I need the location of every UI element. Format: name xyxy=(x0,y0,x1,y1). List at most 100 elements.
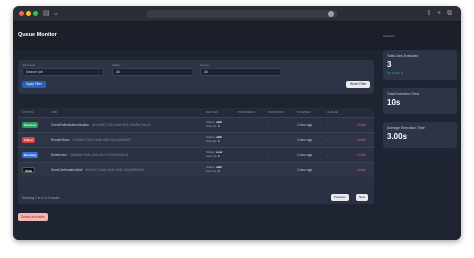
status-filter-label: Status xyxy=(112,63,121,67)
stat-title: Average Execution Time xyxy=(387,126,425,130)
job-uuid: b7e2f5a1-3c9d-4e8b-a6f4-9d1c2e5b8a37 xyxy=(72,138,132,142)
delete-all-button[interactable]: Delete all entries xyxy=(18,213,48,221)
reset-filter-button[interactable]: Reset Filter xyxy=(346,81,371,88)
tabs-overview-icon[interactable]: ⧉ xyxy=(447,9,452,18)
delete-job-link[interactable]: Delete xyxy=(357,168,366,172)
delete-job-link[interactable]: Delete xyxy=(357,123,366,127)
progress-cell: - xyxy=(238,168,240,172)
stat-title: Total Jobs Executed xyxy=(387,54,419,58)
detail-key: Attempt: xyxy=(206,169,218,174)
column-header-status: Status xyxy=(22,110,34,114)
column-header-job: Job xyxy=(51,110,57,114)
column-header-duration: Duration xyxy=(268,110,284,114)
detail-value: 1 xyxy=(218,124,220,129)
queue-filter-label: Queue xyxy=(200,63,210,67)
duration-cell: - xyxy=(268,123,270,127)
started-cell: 1 hour ago xyxy=(297,168,313,172)
queue-cell: - xyxy=(327,123,329,127)
status-badge: Stale xyxy=(22,167,36,173)
job-class: SendConfirmationMail xyxy=(51,168,83,172)
queue-cell: - xyxy=(327,138,329,142)
job-cell: CheckFailedAuthentication a1c4e9d2-7b3f-4… xyxy=(51,123,151,127)
close-window-button[interactable] xyxy=(19,11,24,16)
started-cell: 1 hour ago xyxy=(297,153,313,157)
detail-key: Attempt: xyxy=(206,139,218,144)
job-class: CheckFailedAuthentication xyxy=(51,123,89,127)
job-uuid: a1c4e9d2-7b3f-4a6e-9f21-3e8d5c7b2a10 xyxy=(91,123,151,127)
stat-value: 3 xyxy=(387,60,392,69)
maximize-window-button[interactable] xyxy=(33,11,38,16)
job-cell: DeleteUser c3d8a6f2-9e4b-4b1a-8c7d-2f5e9a… xyxy=(51,153,129,157)
progress-cell: - xyxy=(238,153,240,157)
detail-value: 1 xyxy=(218,169,220,174)
column-header-details: Details xyxy=(206,110,219,114)
table-header: Status Job Details Progress Duration Sta… xyxy=(18,108,374,117)
browser-titlebar: ▤ ⌄ ⇧ + ⧉ xyxy=(13,6,461,22)
queue-filter-select[interactable]: All xyxy=(200,68,282,76)
share-icon[interactable]: ⇧ xyxy=(426,9,432,18)
column-header-progress: Progress xyxy=(238,110,256,114)
column-header-started: Started xyxy=(297,110,311,114)
job-name-filter-input[interactable]: Search job xyxy=(22,68,104,76)
progress-cell: - xyxy=(238,123,240,127)
detail-value: 1 xyxy=(218,139,220,144)
stat-card-total-jobs: Total Jobs Executed 3 Up Trend: 0 xyxy=(383,50,457,80)
status-badge: Success xyxy=(22,122,39,128)
queue-cell: - xyxy=(327,168,329,172)
table-row: Success CheckFailedAuthentication a1c4e9d… xyxy=(18,117,374,132)
job-class: DeleteUser xyxy=(51,153,67,157)
detail-value: 1 xyxy=(218,154,220,159)
chevron-down-icon[interactable]: ⌄ xyxy=(53,9,59,18)
pagination-summary: Showing 1 to 4 of 4 results xyxy=(22,196,60,200)
job-cell: RenderVideo b7e2f5a1-3c9d-4e8b-a6f4-9d1c2… xyxy=(51,138,131,142)
started-cell: 1 hour ago xyxy=(297,138,313,142)
page-title: Queue Monitor xyxy=(18,32,57,38)
table-row: Stale SendConfirmationMail d9f1b4c7-2a6e-… xyxy=(18,162,374,177)
sidebar-toggle-icon[interactable]: ▤ xyxy=(43,9,50,18)
statistics-label: Statistics xyxy=(383,34,396,38)
stat-trend: Up Trend: 0 xyxy=(387,71,403,75)
job-name-filter-label: Job name xyxy=(22,63,36,67)
stat-value: 3.00s xyxy=(387,132,408,141)
status-badge: Running xyxy=(22,152,39,158)
job-uuid: c3d8a6f2-9e4b-4b1a-8c7d-2f5e9a3b6c41 xyxy=(69,153,129,157)
job-details: Status: with Attempt: 1 xyxy=(206,120,222,128)
browser-window: ▤ ⌄ ⇧ + ⧉ Queue Monitor Statistics Job n… xyxy=(13,6,461,240)
column-header-queue: Queue xyxy=(327,110,338,114)
new-tab-icon[interactable]: + xyxy=(437,9,441,18)
table-row: Running DeleteUser c3d8a6f2-9e4b-4b1a-8c7… xyxy=(18,147,374,162)
progress-cell: - xyxy=(238,138,240,142)
stat-value: 10s xyxy=(387,98,401,107)
minimize-window-button[interactable] xyxy=(26,11,31,16)
queue-cell: - xyxy=(327,153,329,157)
stat-title: Total Execution Time xyxy=(387,92,420,96)
next-page-button[interactable]: Next xyxy=(356,194,369,201)
reload-icon[interactable] xyxy=(328,11,334,17)
stat-card-average-time: Average Execution Time 3.00s xyxy=(383,122,457,148)
page-content: Queue Monitor Statistics Job name Search… xyxy=(13,22,461,240)
job-uuid: d9f1b4c7-2a6e-4d3b-9e8f-7c1a5d2b9e63 xyxy=(85,168,145,172)
delete-job-link[interactable]: Delete xyxy=(357,138,366,142)
detail-key: Attempt: xyxy=(206,124,218,129)
jobs-table: Status Job Details Progress Duration Sta… xyxy=(18,108,374,204)
duration-cell: - xyxy=(268,138,270,142)
detail-key: Attempt: xyxy=(206,154,218,159)
previous-page-button[interactable]: Previous xyxy=(331,194,349,201)
address-bar[interactable] xyxy=(147,10,337,18)
filter-panel: Job name Search job Status All Queue All… xyxy=(18,60,374,94)
duration-cell: - xyxy=(268,168,270,172)
delete-job-link[interactable]: Delete xyxy=(357,153,366,157)
apply-filter-button[interactable]: Apply Filter xyxy=(22,81,46,88)
job-details: Status: user Attempt: 1 xyxy=(206,150,223,158)
status-filter-select[interactable]: All xyxy=(112,68,194,76)
job-class: RenderVideo xyxy=(51,138,70,142)
job-cell: SendConfirmationMail d9f1b4c7-2a6e-4d3b-9… xyxy=(51,168,144,172)
status-badge: Failed xyxy=(22,137,35,143)
duration-cell: - xyxy=(268,153,270,157)
stat-card-total-time: Total Execution Time 10s xyxy=(383,88,457,114)
job-details: Status: with Attempt: 1 xyxy=(206,165,222,173)
table-row: Failed RenderVideo b7e2f5a1-3c9d-4e8b-a6f… xyxy=(18,132,374,147)
started-cell: 1 hour ago xyxy=(297,123,313,127)
table-footer: Showing 1 to 4 of 4 results Previous Nex… xyxy=(18,192,374,204)
job-details: Status: with Attempt: 1 xyxy=(206,135,222,143)
